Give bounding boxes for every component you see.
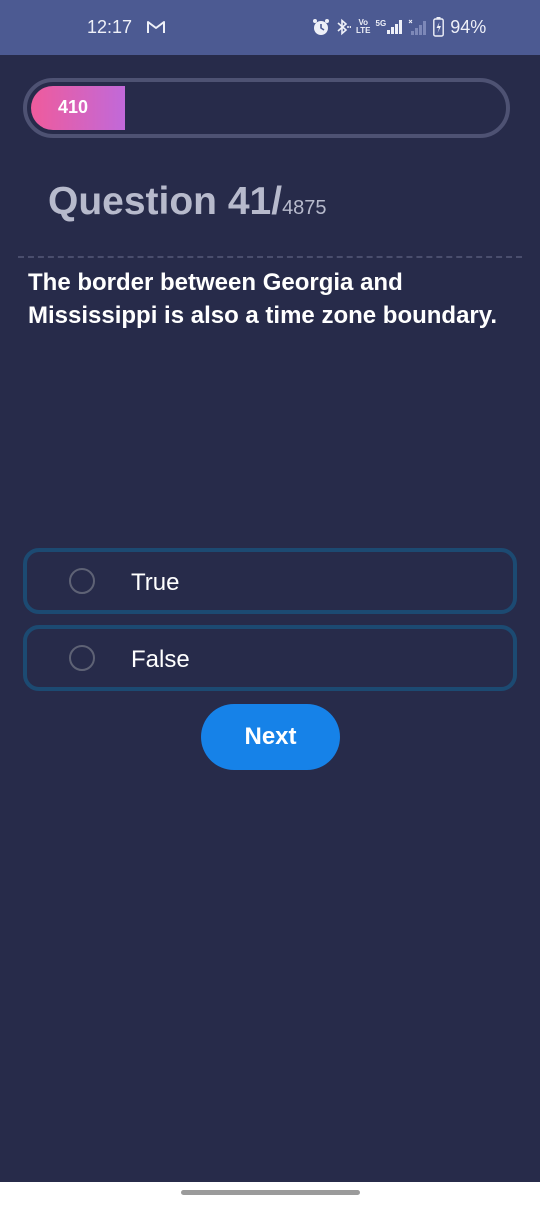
bluetooth-icon <box>337 18 351 36</box>
dashed-divider <box>18 256 522 258</box>
signal-secondary-icon <box>408 19 427 35</box>
option-label: False <box>131 646 190 673</box>
status-bar: 12:17 Vo LTE 5G 94% <box>0 0 540 55</box>
volte-indicator: Vo LTE <box>356 19 371 35</box>
status-icons: Vo LTE 5G 94% <box>312 15 486 39</box>
question-counter: Question 41/4875 <box>48 180 327 224</box>
battery-percent: 94% <box>450 16 487 37</box>
option-false[interactable]: False <box>23 625 517 691</box>
next-button[interactable]: Next <box>201 704 340 770</box>
alarm-icon <box>313 19 329 35</box>
navigation-bar <box>0 1182 540 1206</box>
signal-5g: 5G <box>376 20 404 34</box>
score-label: 410 <box>58 97 89 117</box>
radio-icon[interactable] <box>69 568 95 594</box>
question-text: The border between Georgia and Mississip… <box>28 269 498 329</box>
radio-icon[interactable] <box>69 645 95 671</box>
status-time: 12:17 <box>87 17 133 37</box>
home-indicator[interactable] <box>181 1190 360 1195</box>
volte-bottom: LTE <box>356 26 371 35</box>
battery-icon <box>433 17 445 37</box>
gmail-icon <box>147 21 165 33</box>
signal-5g-label: 5G <box>375 19 387 28</box>
option-true[interactable]: True <box>23 548 517 614</box>
score-progress-bar: 410 <box>23 78 510 138</box>
question-total: 4875 <box>282 197 327 219</box>
option-label: True <box>131 569 180 596</box>
signal-strength-icon <box>387 20 403 34</box>
question-number: Question 41/ <box>48 180 283 223</box>
